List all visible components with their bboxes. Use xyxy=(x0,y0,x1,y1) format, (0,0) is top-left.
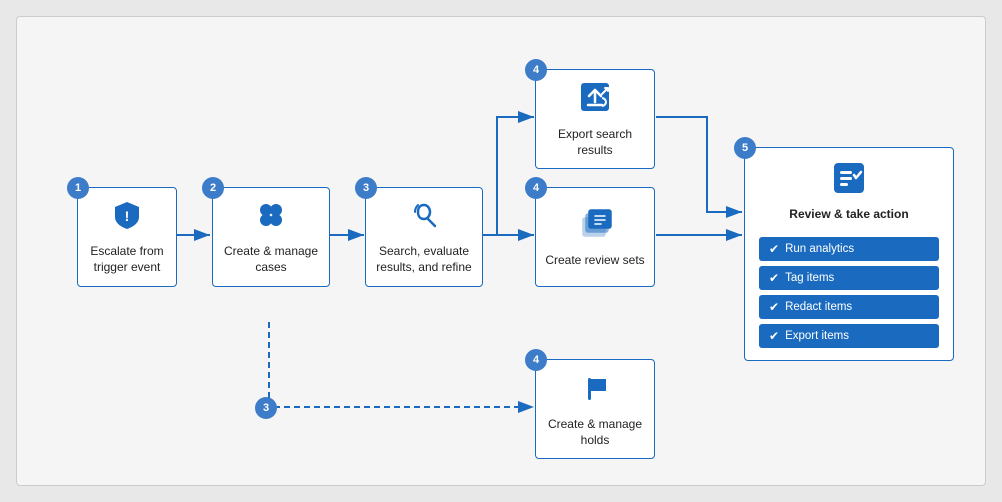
sets-icon xyxy=(578,206,612,245)
svg-text:!: ! xyxy=(125,208,130,224)
step4b-box: 4 Create review sets xyxy=(535,187,655,287)
export-items-btn[interactable]: ✔ Export items xyxy=(759,324,939,348)
panel-title: Review & take action xyxy=(759,207,939,221)
check-icon-export: ✔ xyxy=(769,329,779,343)
step4a-box: 4 Export search results xyxy=(535,69,655,169)
step2-box: 2 Create & manage cases xyxy=(212,187,330,287)
run-analytics-btn[interactable]: ✔ Run analytics xyxy=(759,237,939,261)
review-icon xyxy=(759,160,939,201)
step4c-label: Create & manage holds xyxy=(544,417,646,448)
badge-1: 1 xyxy=(67,177,89,199)
check-icon-tag: ✔ xyxy=(769,271,779,285)
step2-label: Create & manage cases xyxy=(221,244,321,275)
run-analytics-label: Run analytics xyxy=(785,243,854,255)
diagram-container: 1 ! Escalate from trigger event 2 Create… xyxy=(16,16,986,486)
badge-4a: 4 xyxy=(525,59,547,81)
redact-items-label: Redact items xyxy=(785,301,852,313)
step4b-label: Create review sets xyxy=(545,253,644,269)
step3-box: 3 Search, evaluate results, and refine xyxy=(365,187,483,287)
export-items-label: Export items xyxy=(785,330,849,342)
step3-label: Search, evaluate results, and refine xyxy=(374,244,474,275)
tag-items-label: Tag items xyxy=(785,272,834,284)
holds-icon xyxy=(578,370,612,409)
check-icon-redact: ✔ xyxy=(769,300,779,314)
action-panel: 5 Review & take action ✔ Run analytics ✔… xyxy=(744,147,954,361)
badge-3-dashed: 3 xyxy=(255,397,277,419)
shield-icon: ! xyxy=(111,199,143,236)
badge-5: 5 xyxy=(734,137,756,159)
step1-label: Escalate from trigger event xyxy=(86,244,168,275)
search-icon xyxy=(408,199,440,236)
check-icon-analytics: ✔ xyxy=(769,242,779,256)
badge-2: 2 xyxy=(202,177,224,199)
export-icon xyxy=(578,80,612,119)
step4a-label: Export search results xyxy=(544,127,646,158)
badge-4b: 4 xyxy=(525,177,547,199)
badge-3: 3 xyxy=(355,177,377,199)
step4c-box: 4 Create & manage holds xyxy=(535,359,655,459)
step1-box: 1 ! Escalate from trigger event xyxy=(77,187,177,287)
redact-items-btn[interactable]: ✔ Redact items xyxy=(759,295,939,319)
cases-icon xyxy=(255,199,287,236)
tag-items-btn[interactable]: ✔ Tag items xyxy=(759,266,939,290)
badge-4c: 4 xyxy=(525,349,547,371)
